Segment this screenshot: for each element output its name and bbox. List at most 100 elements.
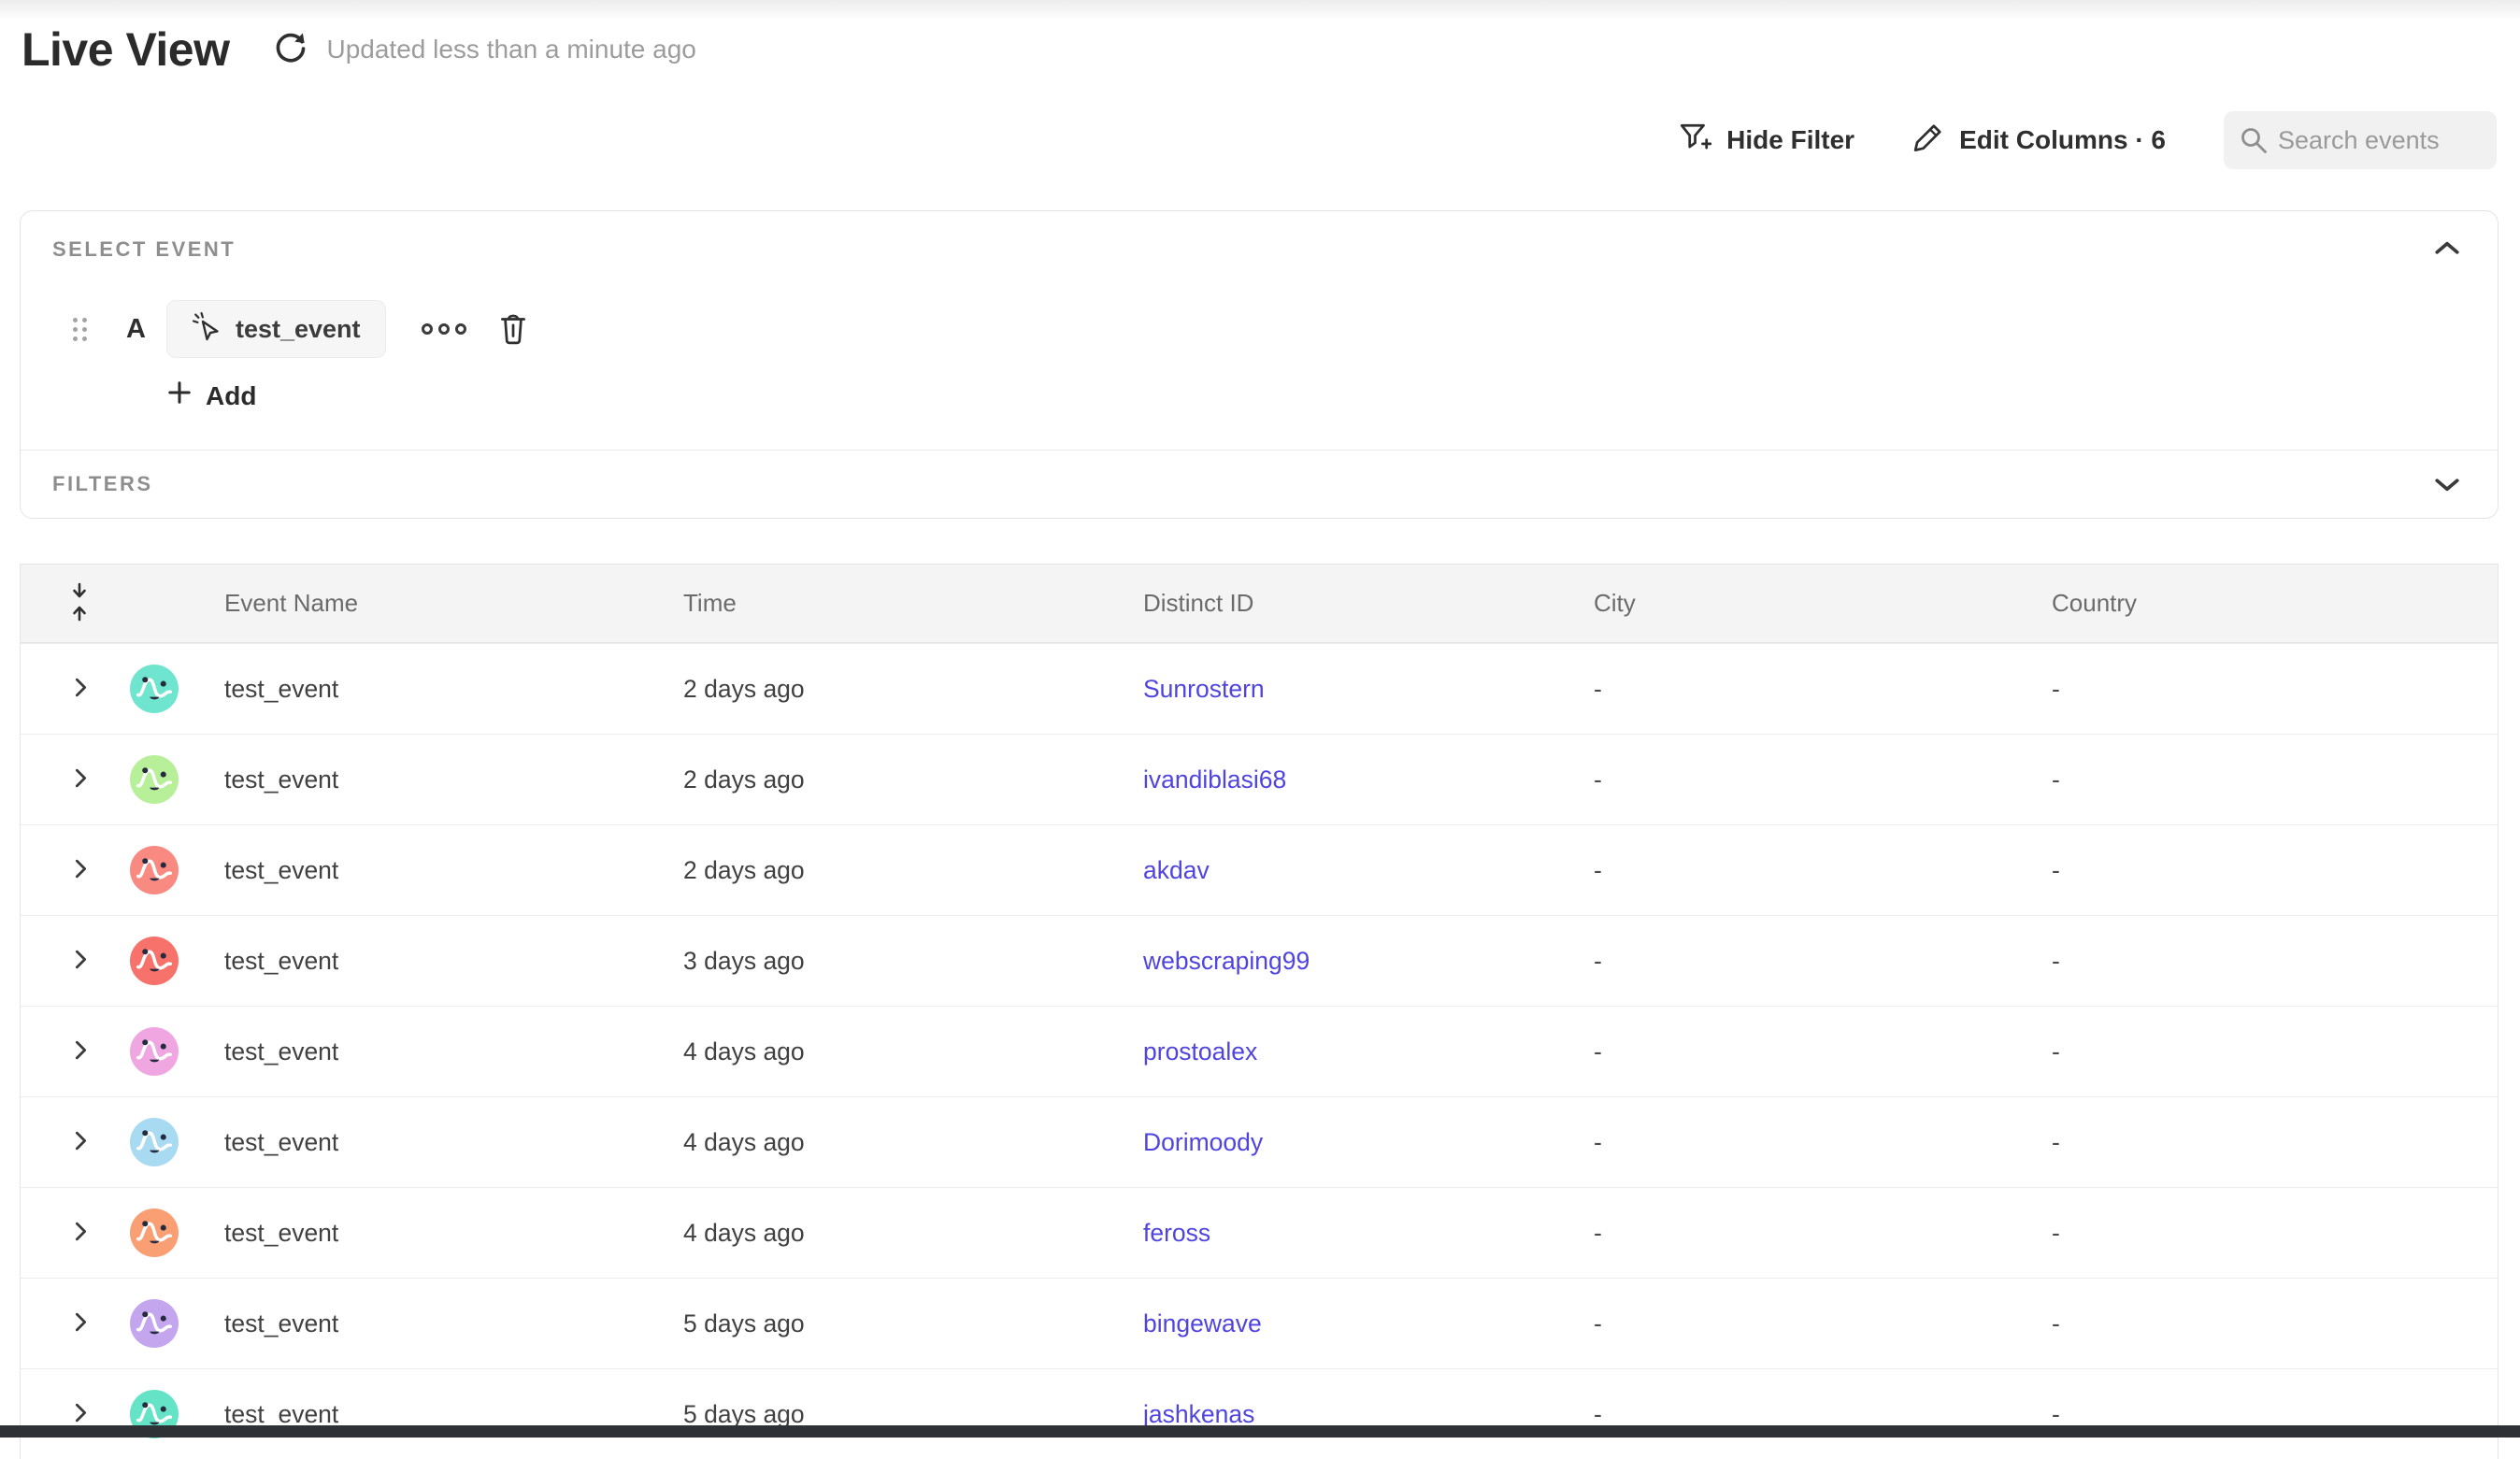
city-cell: - <box>1568 675 2026 704</box>
distinct-id-link[interactable]: ivandiblasi68 <box>1143 765 1286 794</box>
table-row[interactable]: test_event 2 days ago ivandiblasi68 - - <box>21 734 2498 824</box>
avatar <box>130 1209 179 1257</box>
avatar <box>130 1118 179 1166</box>
distinct-id-link[interactable]: jashkenas <box>1143 1400 1254 1428</box>
events-table: Event Name Time Distinct ID City Country… <box>20 564 2499 1459</box>
distinct-id-link[interactable]: feross <box>1143 1219 1210 1247</box>
select-event-label: SELECT EVENT <box>52 237 2498 262</box>
country-cell: - <box>2026 1128 2498 1157</box>
search-box <box>2224 111 2497 169</box>
time-cell: 2 days ago <box>657 765 1117 794</box>
time-cell: 2 days ago <box>657 856 1117 885</box>
filters-label: FILTERS <box>52 472 153 496</box>
chevron-down-icon <box>2434 482 2460 496</box>
drag-handle-icon[interactable] <box>73 318 87 341</box>
table-row[interactable]: test_event 4 days ago Dorimoody - - <box>21 1096 2498 1187</box>
expand-filters-button[interactable] <box>2434 477 2460 496</box>
more-options-button[interactable] <box>416 318 472 340</box>
filters-section: FILTERS <box>21 450 2498 518</box>
toolbar: Hide Filter Edit Columns · 6 <box>1678 110 2497 170</box>
expand-row-button[interactable] <box>74 1221 88 1245</box>
distinct-id-link[interactable]: Dorimoody <box>1143 1128 1263 1156</box>
add-event-button[interactable]: Add <box>166 379 256 412</box>
distinct-id-link[interactable]: Sunrostern <box>1143 675 1265 703</box>
time-cell: 4 days ago <box>657 1128 1117 1157</box>
time-cell: 5 days ago <box>657 1309 1117 1338</box>
table-row[interactable]: test_event 5 days ago bingewave - - <box>21 1278 2498 1368</box>
add-button-label: Add <box>206 381 256 411</box>
collapse-section-button[interactable] <box>2434 239 2460 259</box>
table-row[interactable]: test_event 2 days ago Sunrostern - - <box>21 643 2498 734</box>
table-row[interactable]: test_event 4 days ago prostoalex - - <box>21 1006 2498 1096</box>
city-cell: - <box>1568 765 2026 794</box>
table-row[interactable]: test_event 5 days ago jashkenas - - <box>21 1368 2498 1459</box>
page-header: Live View Updated less than a minute ago <box>21 22 696 77</box>
chevron-right-icon <box>74 949 88 973</box>
expand-row-button[interactable] <box>74 858 88 882</box>
delete-event-button[interactable] <box>496 310 530 349</box>
column-header-distinct-id: Distinct ID <box>1117 589 1568 618</box>
table-row[interactable]: test_event 4 days ago feross - - <box>21 1187 2498 1278</box>
hide-filter-button[interactable]: Hide Filter <box>1678 121 1854 161</box>
chevron-right-icon <box>74 767 88 792</box>
chevron-right-icon <box>74 1221 88 1245</box>
event-name-cell: test_event <box>198 1219 657 1248</box>
chevron-right-icon <box>74 858 88 882</box>
table-row[interactable]: test_event 3 days ago webscraping99 - - <box>21 915 2498 1006</box>
chevron-right-icon <box>74 1039 88 1064</box>
expand-row-button[interactable] <box>74 767 88 792</box>
edit-columns-label: Edit Columns · 6 <box>1959 125 2166 155</box>
country-cell: - <box>2026 1400 2498 1429</box>
city-cell: - <box>1568 1037 2026 1066</box>
column-header-time: Time <box>657 589 1117 618</box>
add-row: Add <box>166 379 2498 412</box>
expand-row-button[interactable] <box>74 949 88 973</box>
expand-row-button[interactable] <box>74 1130 88 1154</box>
avatar <box>130 937 179 985</box>
event-name-cell: test_event <box>198 765 657 794</box>
event-name-cell: test_event <box>198 1309 657 1338</box>
distinct-id-link[interactable]: prostoalex <box>1143 1037 1257 1066</box>
edit-columns-button[interactable]: Edit Columns · 6 <box>1912 122 2166 160</box>
column-header-city: City <box>1568 589 2026 618</box>
city-cell: - <box>1568 1400 2026 1429</box>
event-name-cell: test_event <box>198 1128 657 1157</box>
expand-row-button[interactable] <box>74 1039 88 1064</box>
time-cell: 3 days ago <box>657 947 1117 976</box>
time-cell: 5 days ago <box>657 1400 1117 1429</box>
avatar <box>130 755 179 804</box>
page-title: Live View <box>21 22 229 77</box>
expand-row-button[interactable] <box>74 1402 88 1426</box>
city-cell: - <box>1568 1128 2026 1157</box>
city-cell: - <box>1568 1309 2026 1338</box>
top-gradient-band <box>0 0 2520 21</box>
distinct-id-link[interactable]: bingewave <box>1143 1309 1262 1337</box>
table-header-row: Event Name Time Distinct ID City Country <box>21 565 2498 643</box>
event-name-cell: test_event <box>198 1400 657 1429</box>
country-cell: - <box>2026 675 2498 704</box>
table-row[interactable]: test_event 2 days ago akdav - - <box>21 824 2498 915</box>
distinct-id-link[interactable]: webscraping99 <box>1143 947 1310 975</box>
distinct-id-link[interactable]: akdav <box>1143 856 1210 884</box>
event-name-cell: test_event <box>198 856 657 885</box>
bottom-edge-bar <box>0 1425 2520 1438</box>
avatar <box>130 1299 179 1348</box>
country-cell: - <box>2026 1219 2498 1248</box>
expand-row-button[interactable] <box>74 677 88 701</box>
country-cell: - <box>2026 1037 2498 1066</box>
collapse-all-button[interactable] <box>67 580 92 626</box>
expand-row-button[interactable] <box>74 1311 88 1336</box>
chevron-right-icon <box>74 1130 88 1154</box>
time-cell: 4 days ago <box>657 1219 1117 1248</box>
collapse-rows-icon <box>67 580 92 626</box>
pencil-icon <box>1912 122 1944 160</box>
country-cell: - <box>2026 1309 2498 1338</box>
refresh-button[interactable] <box>270 29 311 70</box>
column-header-event-name: Event Name <box>198 589 657 618</box>
avatar <box>130 1027 179 1076</box>
plus-icon <box>166 379 193 412</box>
city-cell: - <box>1568 1219 2026 1248</box>
event-pill-label: test_event <box>236 315 361 344</box>
column-header-country: Country <box>2026 589 2498 618</box>
event-select-pill[interactable]: test_event <box>166 300 386 358</box>
